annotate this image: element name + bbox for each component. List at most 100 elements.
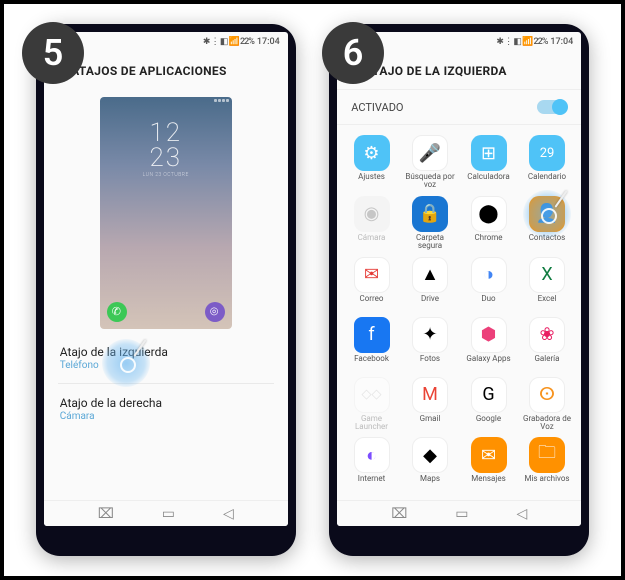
app-icon: G (471, 377, 507, 413)
app-label: Correo (360, 295, 384, 311)
lockscreen-preview-wrap: 12 23 LUN 23 OCTUBRE (44, 89, 288, 333)
phone-shortcut-icon[interactable] (107, 302, 127, 322)
app-label: Mis archivos (524, 475, 569, 491)
app-label: Cámara (358, 234, 386, 250)
app-label: Ajustes (358, 173, 385, 189)
app-icon: ◇◇ (354, 377, 390, 413)
app-icon: ❀ (529, 317, 565, 353)
tap-highlight (523, 190, 571, 238)
activated-label: ACTIVADO (351, 101, 403, 114)
app-icon: ✉ (354, 257, 390, 293)
status-time: 17:04 (550, 37, 573, 47)
nav-back-icon[interactable]: ◁ (223, 506, 234, 522)
header-title: ATAJO DE LA IZQUIERDA (365, 64, 507, 78)
app-mis-archivos[interactable]: 🗀Mis archivos (519, 437, 576, 491)
app-label: Drive (421, 295, 439, 311)
option-title: Atajo de la izquierda (60, 345, 272, 359)
clock-time: 12 23 (100, 121, 232, 170)
app-label: Google (476, 415, 501, 431)
app-label: Carpeta segura (403, 234, 457, 251)
camera-shortcut-icon[interactable] (205, 302, 225, 322)
app-fotos[interactable]: ✦Fotos (402, 317, 459, 371)
app-icon: ✦ (412, 317, 448, 353)
app-mensajes[interactable]: ✉Mensajes (460, 437, 517, 491)
app-grabadora-de-voz[interactable]: ⵙ Grabadora de Voz (519, 377, 576, 432)
app-icon: ◑ (471, 257, 507, 293)
app-internet[interactable]: ◐Internet (343, 437, 400, 491)
left-shortcut-option[interactable]: Atajo de la izquierda Teléfono (58, 333, 274, 384)
app-label: Maps (420, 475, 440, 491)
app-galaxy-apps[interactable]: ⬢Galaxy Apps (460, 317, 517, 371)
app-label: Calendario (528, 173, 566, 189)
app-icon: ⊞ (471, 135, 507, 171)
app-excel[interactable]: X Excel (519, 257, 576, 311)
app-icon: ⵙ (529, 377, 565, 413)
app-label: Chrome (474, 234, 502, 250)
app-icon: f (354, 317, 390, 353)
app-label: Excel (538, 295, 557, 311)
nav-recent-icon[interactable]: ⌧ (391, 506, 407, 522)
app-icon: 29 (529, 135, 565, 171)
app-icon: 🎤 (412, 135, 448, 171)
app-drive[interactable]: ▲ Drive (402, 257, 459, 311)
header-title: ATAJOS DE APLICACIONES (71, 64, 227, 78)
app-game-launcher: ◇◇ Game Launcher (343, 377, 400, 432)
app-label: Facebook (354, 355, 389, 371)
app-duo[interactable]: ◑ Duo (460, 257, 517, 311)
app-cámara: ◉ Cámara (343, 196, 400, 251)
lockscreen-clock: 12 23 LUN 23 OCTUBRE (100, 121, 232, 178)
app-contactos[interactable]: 👤 Contactos (519, 196, 576, 251)
step-badge-5: 5 (22, 22, 84, 84)
screen: ✱ ⋮ ◧ 📶 22% 17:04 ‹ ATAJO DE LA IZQUIERD… (337, 32, 581, 526)
app-icon: ◉ (354, 196, 390, 232)
app-facebook[interactable]: f Facebook (343, 317, 400, 371)
app-ajustes[interactable]: ⚙ Ajustes (343, 135, 400, 190)
shortcut-options: Atajo de la izquierda Teléfono Atajo de … (44, 333, 288, 434)
option-title: Atajo de la derecha (60, 396, 272, 410)
app-icon: 👤 (529, 196, 565, 232)
status-time: 17:04 (257, 37, 280, 47)
app-icon: ◐ (354, 437, 390, 473)
app-carpeta-segura[interactable]: 🔒 Carpeta segura (402, 196, 459, 251)
lockscreen-preview: 12 23 LUN 23 OCTUBRE (100, 97, 232, 329)
app-gmail[interactable]: MGmail (402, 377, 459, 432)
app-maps[interactable]: ◆ Maps (402, 437, 459, 491)
app-icon: ⚙ (354, 135, 390, 171)
app-label: Contactos (529, 234, 566, 250)
app-label: Búsqueda por voz (403, 173, 457, 190)
phone-step-5: ✱ ⋮ ◧ 📶 22% 17:04 ‹ ATAJOS DE APLICACION… (36, 24, 296, 556)
app-correo[interactable]: ✉ Correo (343, 257, 400, 311)
clock-date: LUN 23 OCTUBRE (100, 173, 232, 178)
app-google[interactable]: G Google (460, 377, 517, 432)
option-sub: Teléfono (60, 360, 272, 371)
phone-step-6: ✱ ⋮ ◧ 📶 22% 17:04 ‹ ATAJO DE LA IZQUIERD… (329, 24, 589, 556)
nav-home-icon[interactable]: ▭ (162, 506, 175, 522)
activated-toggle[interactable] (537, 100, 567, 114)
app-label: Calculadora (467, 173, 509, 189)
app-icon: ⬢ (471, 317, 507, 353)
nav-bar: ⌧ ▭ ◁ (337, 500, 581, 526)
nav-home-icon[interactable]: ▭ (455, 506, 468, 522)
app-icon: ✉ (471, 437, 507, 473)
app-icon: ▲ (412, 257, 448, 293)
nav-back-icon[interactable]: ◁ (516, 506, 527, 522)
nav-recent-icon[interactable]: ⌧ (98, 506, 114, 522)
app-galería[interactable]: ❀ Galería (519, 317, 576, 371)
app-label: Grabadora de Voz (520, 415, 574, 432)
option-sub: Cámara (60, 411, 272, 422)
activated-row: ACTIVADO (337, 89, 581, 125)
app-icon: 🔒 (412, 196, 448, 232)
app-calculadora[interactable]: ⊞ Calculadora (460, 135, 517, 190)
app-label: Duo (481, 295, 495, 311)
app-label: Galería (534, 355, 559, 371)
app-calendario[interactable]: 29 Calendario (519, 135, 576, 190)
app-label: Game Launcher (345, 415, 399, 432)
app-icon: X (529, 257, 565, 293)
app-grid[interactable]: ⚙ Ajustes 🎤 Búsqueda por voz ⊞ Calculadora 29 C… (337, 125, 581, 495)
app-chrome[interactable]: ⬤Chrome (460, 196, 517, 251)
app-icon: ◆ (412, 437, 448, 473)
right-shortcut-option[interactable]: Atajo de la derecha Cámara (58, 384, 274, 434)
app-búsqueda-por-voz[interactable]: 🎤 Búsqueda por voz (402, 135, 459, 190)
status-icons: ✱ ⋮ ◧ 📶 22% (496, 37, 547, 47)
step-badge-6: 6 (322, 22, 384, 84)
